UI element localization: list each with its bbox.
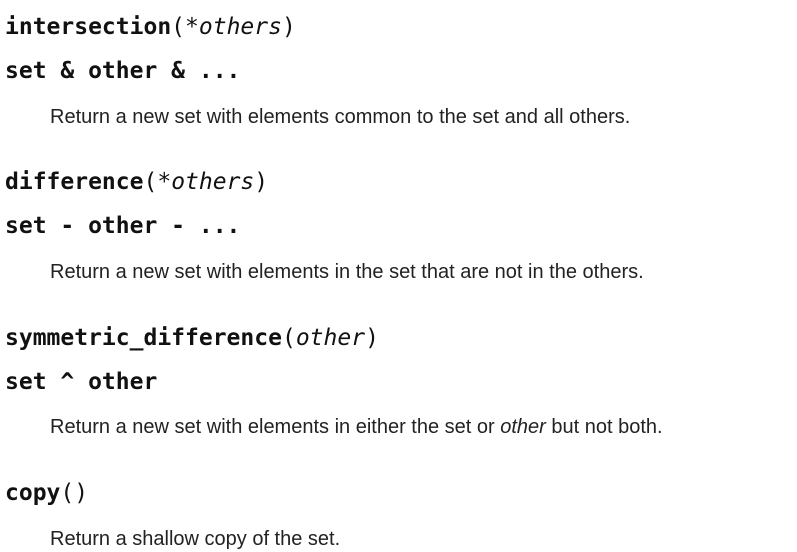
- description-text-end: but not both.: [545, 416, 663, 438]
- close-paren: ): [254, 169, 269, 195]
- open-paren: (: [60, 480, 75, 506]
- method-name: difference: [5, 169, 144, 195]
- open-paren: (: [143, 169, 158, 195]
- description-text: Return a new set with elements in either…: [50, 416, 501, 438]
- difference-description: Return a new set with elements in the se…: [50, 261, 644, 283]
- open-paren: (: [171, 14, 186, 40]
- method-name: copy: [5, 480, 61, 506]
- open-paren: (: [281, 325, 296, 351]
- method-args: other: [295, 325, 366, 351]
- description-emphasis: other: [500, 416, 546, 438]
- close-paren: ): [281, 14, 296, 40]
- copy-signature: copy(): [5, 478, 88, 508]
- method-args: *others: [157, 169, 255, 195]
- intersection-operator-form: set & other & ...: [5, 58, 241, 84]
- close-paren: ): [74, 480, 89, 506]
- close-paren: ): [365, 325, 379, 351]
- difference-signature: difference(*others): [5, 167, 268, 197]
- copy-description: Return a shallow copy of the set.: [50, 528, 341, 550]
- intersection-signature: intersection(*others): [5, 12, 296, 42]
- method-name: intersection: [5, 14, 172, 40]
- symmetric-difference-description: Return a new set with elements in either…: [50, 413, 663, 441]
- method-args: *others: [185, 14, 282, 40]
- method-name: symmetric_difference: [5, 325, 282, 351]
- difference-operator-form: set - other - ...: [5, 213, 241, 239]
- intersection-description: Return a new set with elements common to…: [50, 106, 631, 128]
- symmetric-difference-signature: symmetric_difference(other): [5, 323, 379, 353]
- symmetric-difference-operator-form: set ^ other: [5, 369, 158, 395]
